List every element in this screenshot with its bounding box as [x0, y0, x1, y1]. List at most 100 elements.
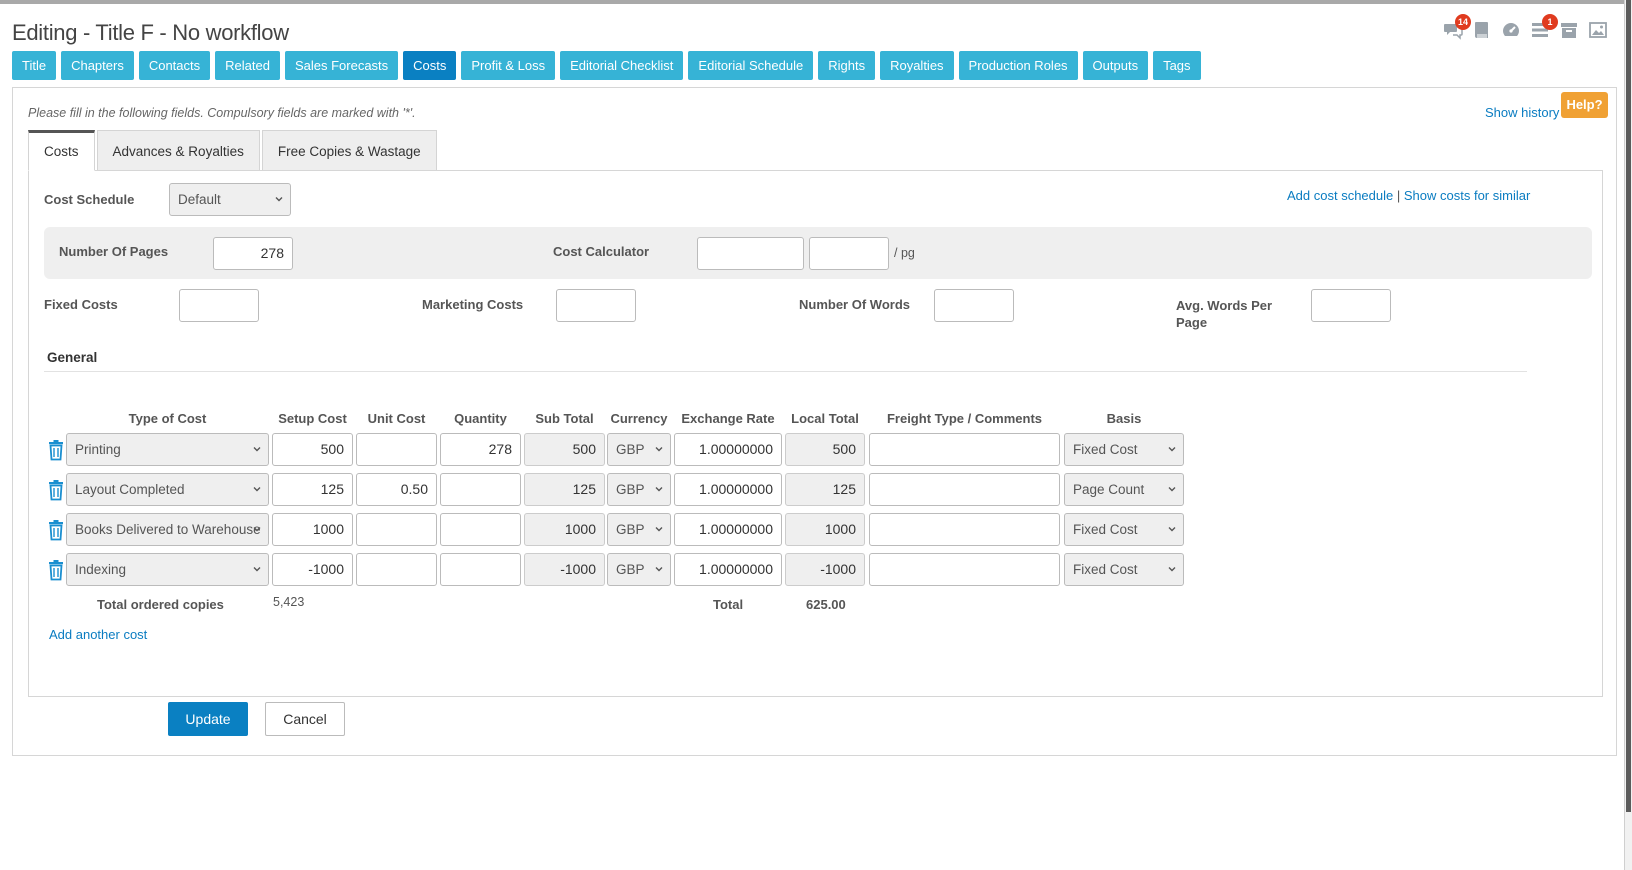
total-ordered-copies-value: 5,423 [273, 595, 305, 609]
cost-calculator-input[interactable] [697, 237, 804, 270]
freight-comments-input[interactable] [869, 433, 1060, 466]
comments-icon[interactable]: 14 [1443, 14, 1471, 40]
setup-cost-input[interactable]: 500 [272, 433, 353, 466]
unit-cost-input[interactable]: 0.50 [356, 473, 437, 506]
tab-costs[interactable]: Costs [403, 51, 457, 80]
currency-select[interactable]: GBP [607, 553, 671, 586]
tasks-icon[interactable]: 1 [1530, 14, 1558, 40]
cost-type-select[interactable]: Books Delivered to Warehouse [66, 513, 269, 546]
tab-related[interactable]: Related [215, 51, 280, 80]
setup-cost-input[interactable]: -1000 [272, 553, 353, 586]
cost-schedule-select[interactable]: Default [169, 183, 291, 216]
trash-icon[interactable] [47, 559, 65, 581]
trash-icon[interactable] [47, 439, 65, 461]
tab-editorial-checklist[interactable]: Editorial Checklist [560, 51, 684, 80]
exchange-rate-input[interactable]: 1.00000000 [674, 513, 782, 546]
update-button[interactable]: Update [168, 702, 248, 736]
total-ordered-copies-label: Total ordered copies [97, 597, 224, 612]
unit-cost-input[interactable] [356, 553, 437, 586]
cost-type-select[interactable]: Indexing [66, 553, 269, 586]
cost-per-page-input[interactable] [809, 237, 889, 270]
cost-schedule-label: Cost Schedule [44, 192, 135, 207]
chevron-down-icon [1168, 487, 1176, 492]
number-of-words-input[interactable] [934, 289, 1014, 322]
chevron-down-icon [253, 487, 261, 492]
unit-cost-input[interactable] [356, 513, 437, 546]
col-header-local-total: Local Total [791, 411, 859, 426]
quantity-input[interactable] [440, 553, 521, 586]
header-icon-bar: 14 1 [1443, 14, 1608, 40]
page-title: Editing - Title F - No workflow [12, 20, 289, 45]
tab-chapters[interactable]: Chapters [61, 51, 134, 80]
exchange-rate-input[interactable]: 1.00000000 [674, 473, 782, 506]
subtab-free-copies-wastage[interactable]: Free Copies & Wastage [261, 130, 437, 171]
add-another-cost-link[interactable]: Add another cost [49, 627, 147, 642]
add-cost-schedule-link[interactable]: Add cost schedule [1287, 188, 1393, 203]
fixed-costs-input[interactable] [179, 289, 259, 322]
scrollbar-thumb[interactable] [1626, 0, 1631, 812]
help-button[interactable]: Help? [1561, 92, 1608, 118]
quantity-input[interactable] [440, 473, 521, 506]
currency-select[interactable]: GBP [607, 513, 671, 546]
tab-profit-loss[interactable]: Profit & Loss [461, 51, 556, 80]
tab-contacts[interactable]: Contacts [138, 51, 211, 80]
currency-select[interactable]: GBP [607, 433, 671, 466]
tasks-badge: 1 [1542, 14, 1558, 30]
subtab-advances-royalties[interactable]: Advances & Royalties [96, 130, 260, 171]
trash-icon[interactable] [47, 479, 65, 501]
image-icon[interactable] [1588, 20, 1608, 40]
general-section-divider [44, 371, 1527, 372]
cost-type-select[interactable]: Layout Completed [66, 473, 269, 506]
freight-comments-input[interactable] [869, 473, 1060, 506]
per-page-unit: / pg [894, 246, 915, 260]
tab-title[interactable]: Title [12, 51, 57, 80]
exchange-rate-input[interactable]: 1.00000000 [674, 553, 782, 586]
marketing-costs-label: Marketing Costs [422, 297, 524, 312]
basis-value: Fixed Cost [1073, 562, 1138, 577]
tab-sales-forecasts[interactable]: Sales Forecasts [284, 51, 399, 80]
quantity-input[interactable]: 278 [440, 433, 521, 466]
show-costs-similar-link[interactable]: Show costs for similar [1404, 188, 1530, 203]
freight-comments-input[interactable] [869, 553, 1060, 586]
vertical-scrollbar[interactable] [1624, 0, 1632, 870]
local-total-value: 1000 [785, 513, 865, 546]
tab-editorial-schedule[interactable]: Editorial Schedule [688, 51, 814, 80]
sub-total-value: 125 [524, 473, 605, 506]
setup-cost-input[interactable]: 1000 [272, 513, 353, 546]
subtab-costs[interactable]: Costs [28, 130, 95, 171]
tab-tags[interactable]: Tags [1153, 51, 1201, 80]
dashboard-icon[interactable] [1501, 20, 1521, 40]
cost-type-value: Books Delivered to Warehouse [75, 522, 261, 537]
cost-type-select[interactable]: Printing [66, 433, 269, 466]
tab-rights[interactable]: Rights [818, 51, 876, 80]
quantity-input[interactable] [440, 513, 521, 546]
unit-cost-input[interactable] [356, 433, 437, 466]
col-header-currency: Currency [610, 411, 668, 426]
basis-select[interactable]: Fixed Cost [1064, 433, 1184, 466]
sub-total-value: 500 [524, 433, 605, 466]
trash-icon[interactable] [47, 519, 65, 541]
basis-select[interactable]: Fixed Cost [1064, 513, 1184, 546]
number-of-pages-label: Number Of Pages [59, 244, 169, 259]
cancel-button[interactable]: Cancel [265, 702, 345, 736]
number-of-pages-input[interactable]: 278 [213, 237, 293, 270]
chevron-down-icon [1168, 447, 1176, 452]
tab-royalties[interactable]: Royalties [880, 51, 954, 80]
basis-select[interactable]: Page Count [1064, 473, 1184, 506]
archive-icon[interactable] [1559, 20, 1579, 40]
main-tab-bar: Title Chapters Contacts Related Sales Fo… [12, 51, 1201, 80]
chevron-down-icon [275, 197, 283, 202]
pages-calculator-strip: Number Of Pages 278 Cost Calculator / pg [44, 227, 1592, 279]
marketing-costs-input[interactable] [556, 289, 636, 322]
exchange-rate-input[interactable]: 1.00000000 [674, 433, 782, 466]
tab-production-roles[interactable]: Production Roles [958, 51, 1078, 80]
chevron-down-icon [253, 567, 261, 572]
currency-select[interactable]: GBP [607, 473, 671, 506]
freight-comments-input[interactable] [869, 513, 1060, 546]
avg-words-per-page-input[interactable] [1311, 289, 1391, 322]
show-history-link[interactable]: Show history [1485, 105, 1559, 120]
book-icon[interactable] [1472, 20, 1492, 40]
setup-cost-input[interactable]: 125 [272, 473, 353, 506]
tab-outputs[interactable]: Outputs [1082, 51, 1149, 80]
basis-select[interactable]: Fixed Cost [1064, 553, 1184, 586]
